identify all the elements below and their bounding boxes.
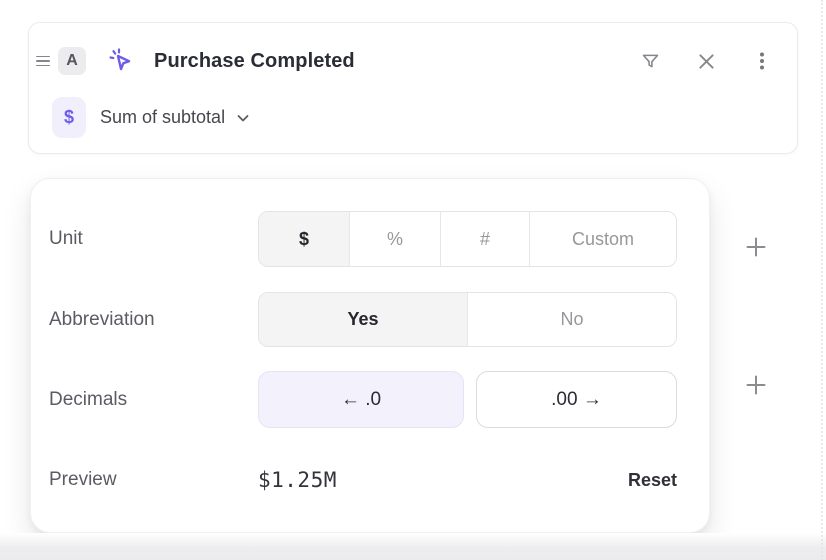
drag-handle-icon[interactable] [36, 56, 50, 67]
plus-icon [745, 236, 767, 258]
more-options-icon[interactable] [751, 50, 773, 72]
currency-badge: $ [52, 97, 86, 138]
panel-edge-guide [821, 0, 823, 560]
decimals-increase-button[interactable]: .00 → [476, 371, 677, 428]
abbreviation-segmented-control: Yes No [258, 292, 677, 347]
preview-value: $1.25M [258, 468, 337, 492]
plus-icon [745, 374, 767, 396]
event-index-badge: A [58, 47, 86, 75]
unit-option-number[interactable]: # [440, 212, 529, 266]
section-bottom-shadow [0, 533, 826, 560]
decimals-label: Decimals [49, 389, 258, 411]
close-icon[interactable] [695, 50, 717, 72]
metric-selector[interactable]: $ Sum of subtotal [52, 97, 251, 138]
abbreviation-option-no[interactable]: No [467, 293, 676, 346]
unit-option-custom[interactable]: Custom [529, 212, 676, 266]
abbreviation-row: Abbreviation Yes No [49, 292, 677, 347]
add-button-bottom[interactable] [740, 369, 772, 401]
filter-icon[interactable] [639, 50, 661, 72]
add-button-top[interactable] [740, 231, 772, 263]
preview-row: Preview $1.25M Reset [49, 465, 677, 495]
event-card-header: A Purchase Completed [36, 43, 773, 79]
unit-option-percent[interactable]: % [349, 212, 440, 266]
decimals-decrease-button[interactable]: ← .0 [258, 371, 464, 428]
event-card: A Purchase Completed [28, 22, 798, 154]
decimals-row: Decimals ← .0 .00 → [49, 371, 677, 428]
unit-option-dollar[interactable]: $ [259, 212, 349, 266]
preview-label: Preview [49, 469, 258, 491]
cursor-click-icon [106, 46, 136, 76]
chevron-down-icon [235, 110, 251, 126]
abbreviation-option-yes[interactable]: Yes [259, 293, 467, 346]
metric-label: Sum of subtotal [100, 107, 225, 128]
metric-settings-view: A Purchase Completed [0, 0, 826, 560]
unit-label: Unit [49, 228, 258, 250]
abbreviation-label: Abbreviation [49, 309, 258, 331]
format-panel: Unit $ % # Custom Abbreviation Yes No De… [30, 178, 710, 533]
reset-button[interactable]: Reset [628, 470, 677, 491]
unit-segmented-control: $ % # Custom [258, 211, 677, 267]
event-title[interactable]: Purchase Completed [154, 50, 355, 73]
unit-row: Unit $ % # Custom [49, 211, 677, 267]
decimals-controls: ← .0 .00 → [258, 371, 677, 428]
